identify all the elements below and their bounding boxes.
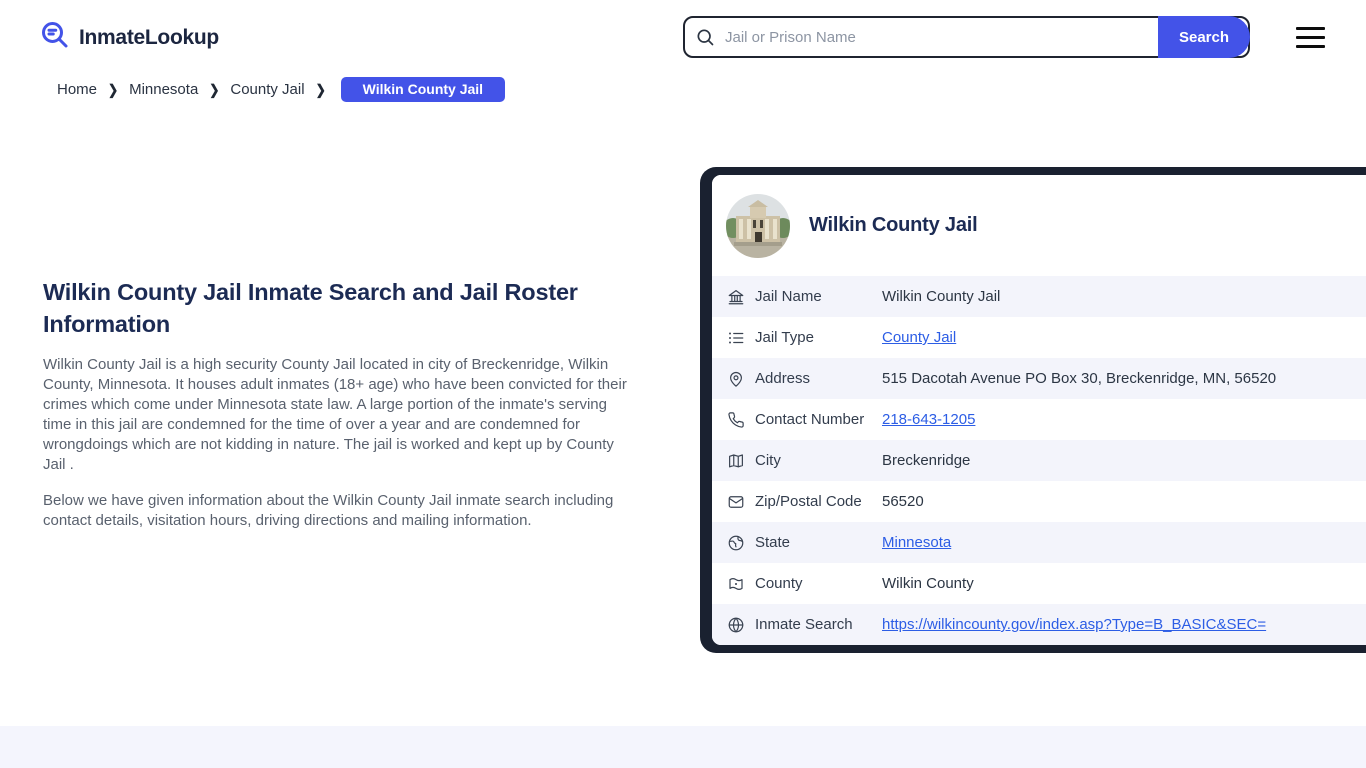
chevron-right-icon: ❯ (315, 81, 326, 98)
row-value: 56520 (882, 493, 924, 510)
jail-card-title: Wilkin County Jail (809, 214, 978, 236)
location-pin-icon (727, 370, 745, 388)
row-label: Jail Type (755, 329, 814, 346)
jail-search-form: Search (683, 16, 1250, 58)
contact-number-link[interactable]: 218-643-1205 (882, 411, 975, 428)
info-paragraph: Below we have given information about th… (43, 492, 614, 529)
page: InmateLookup Search Home ❯ Minnesota ❯ C… (0, 0, 1366, 768)
row-label: City (755, 452, 781, 469)
row-value: 515 Dacotah Avenue PO Box 30, Breckenrid… (882, 370, 1277, 387)
inmate-search-link[interactable]: https://wilkincounty.gov/index.asp?Type=… (882, 616, 1266, 633)
row-value: Wilkin County Jail (882, 288, 1001, 305)
row-label: Contact Number (755, 411, 865, 428)
jail-card: Wilkin County Jail Jail Name Wilkin Coun… (712, 175, 1366, 645)
row-contact-number: Contact Number 218-643-1205 (712, 399, 1366, 440)
row-label: Jail Name (755, 288, 822, 305)
chevron-right-icon: ❯ (108, 81, 119, 98)
search-icon (695, 27, 715, 47)
jail-card-frame: Wilkin County Jail Jail Name Wilkin Coun… (700, 167, 1366, 653)
row-value: Breckenridge (882, 452, 971, 469)
jail-card-header: Wilkin County Jail (712, 175, 1366, 276)
breadcrumb-home[interactable]: Home (57, 81, 97, 98)
search-button[interactable]: Search (1158, 16, 1250, 58)
row-label: County (755, 575, 803, 592)
row-value: Wilkin County (882, 575, 974, 592)
list-icon (727, 329, 745, 347)
row-zip-code: Zip/Postal Code 56520 (712, 481, 1366, 522)
row-inmate-search: Inmate Search https://wilkincounty.gov/i… (712, 604, 1366, 645)
breadcrumb-minnesota[interactable]: Minnesota (129, 81, 198, 98)
chevron-right-icon: ❯ (209, 81, 220, 98)
phone-icon (727, 411, 745, 429)
jail-type-link[interactable]: County Jail (882, 329, 956, 346)
county-map-icon (727, 575, 745, 593)
row-label: Address (755, 370, 811, 387)
row-address: Address 515 Dacotah Avenue PO Box 30, Br… (712, 358, 1366, 399)
intro-paragraph: Wilkin County Jail is a high security Co… (43, 356, 627, 473)
globe-americas-icon (727, 534, 745, 552)
row-jail-type: Jail Type County Jail (712, 317, 1366, 358)
globe-icon (727, 616, 745, 634)
map-icon (727, 452, 745, 470)
breadcrumb-current-badge: Wilkin County Jail (340, 77, 506, 102)
row-county: County Wilkin County (712, 563, 1366, 604)
brand-name: InmateLookup (79, 25, 219, 49)
row-label: State (755, 534, 791, 551)
row-city: City Breckenridge (712, 440, 1366, 481)
bank-icon (727, 288, 745, 306)
page-title: Wilkin County Jail Inmate Search and Jai… (43, 279, 578, 337)
breadcrumb-county-jail[interactable]: County Jail (230, 81, 304, 98)
footer-strip (0, 726, 1366, 768)
row-label: Inmate Search (755, 616, 853, 633)
row-label: Zip/Postal Code (755, 493, 862, 510)
row-jail-name: Jail Name Wilkin County Jail (712, 276, 1366, 317)
courthouse-photo (726, 193, 790, 258)
row-state: State Minnesota (712, 522, 1366, 563)
hamburger-menu-icon[interactable] (1296, 27, 1325, 48)
magnifier-lines-icon (40, 20, 70, 55)
breadcrumb: Home ❯ Minnesota ❯ County Jail ❯ Wilkin … (57, 77, 506, 102)
envelope-icon (727, 493, 745, 511)
brand-logo[interactable]: InmateLookup (40, 20, 219, 55)
state-link[interactable]: Minnesota (882, 534, 951, 551)
